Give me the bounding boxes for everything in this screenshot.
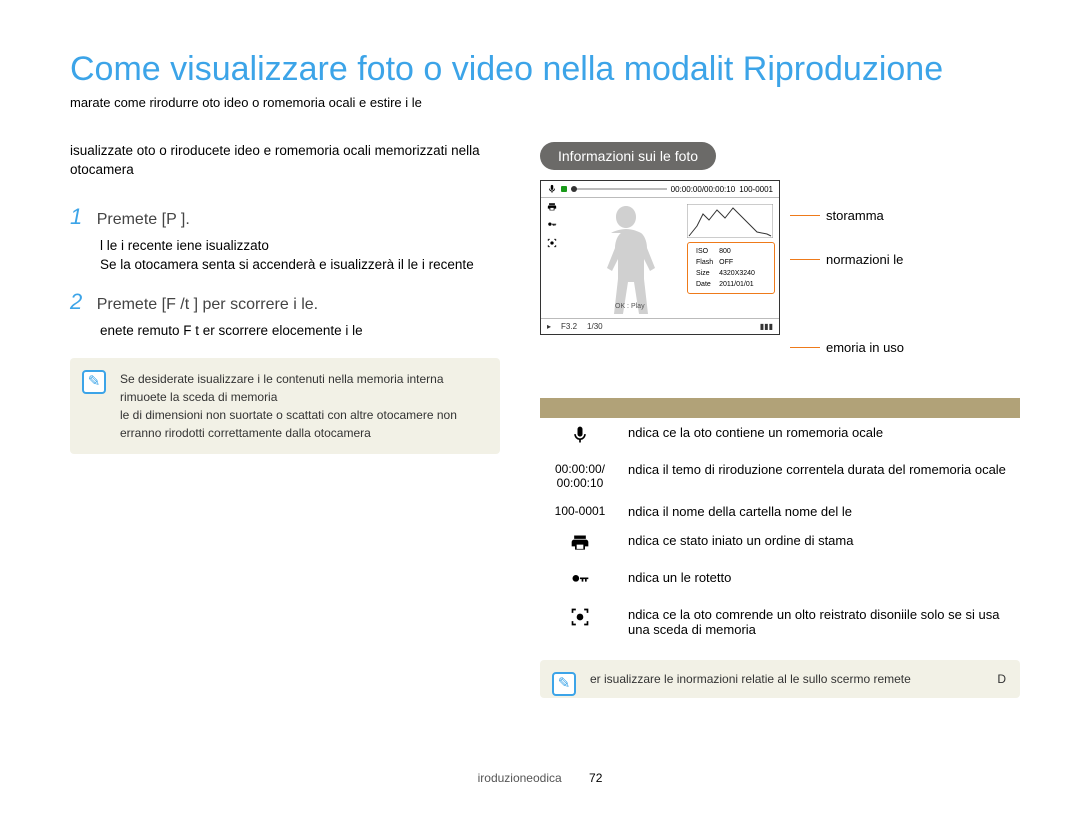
info-flash-key: Flash [694,258,715,267]
screen-diagram: 00:00:00/00:00:10 100-0001 [540,180,1020,380]
tip-box: ✎ er isualizzare le inormazioni relatie … [540,660,1020,698]
step-1-number: 1 [70,204,82,229]
row-6-desc: ndica ce la oto comrende un olto reistra… [620,600,1020,644]
page-footer: iroduzioneodica 72 [0,771,1080,785]
row-2-icon-text: 00:00:00/ 00:00:10 [540,455,620,497]
info-date-val: 2011/01/01 [717,280,757,289]
mic-icon [547,184,557,194]
histogram [687,204,773,238]
row-3-icon-text: 100-0001 [540,497,620,526]
left-column: isualizzate oto o riroducete ideo e rome… [70,142,500,698]
screen-folder: 100-0001 [739,185,773,194]
note-line-a: Se desiderate isualizzare i le contenuti… [120,370,486,406]
step-2-heading: Premete [F /t ] per scorrere i le. [97,296,318,313]
key-icon [570,570,590,590]
note-line-b: le di dimensioni non suortate o scattati… [120,406,486,442]
step-2: 2 Premete [F /t ] per scorrere i le. ene… [70,289,500,341]
page-subtitle: marate come rirodurre oto ideo o romemor… [70,95,1020,110]
step-2-number: 2 [70,289,82,314]
info-flash-val: OFF [717,258,757,267]
right-column: Informazioni sui le foto 00:00:00/00:00:… [540,142,1020,698]
callout-memory: emoria in uso [826,340,904,355]
camera-screen: 00:00:00/00:00:10 100-0001 [540,180,780,335]
step-1-line-a: l le i recente iene isualizzato [100,236,500,256]
tip-text: er isualizzare le inormazioni relatie al… [590,672,911,686]
table-row: ndica ce stato iniato un ordine di stama [540,526,1020,563]
info-iso-key: ISO [694,247,715,256]
page-title: Come visualizzare foto o video nella mod… [70,50,1020,89]
intro-text: isualizzate oto o riroducete ideo e rome… [70,142,500,180]
table-row: ndica ce la oto comrende un olto reistra… [540,600,1020,644]
key-icon [547,220,557,230]
row-5-desc: ndica un le rotetto [620,563,1020,600]
info-badge: Informazioni sui le foto [540,142,716,170]
screen-time: 00:00:00/00:00:10 [671,185,736,194]
progress-bar [571,188,667,190]
callout-histogram: storamma [826,208,884,223]
printer-icon [547,202,557,212]
table-row: ndica un le rotetto [540,563,1020,600]
info-size-key: Size [694,269,715,278]
face-detect-icon [570,607,590,627]
page-number: 72 [589,771,602,785]
step-1-heading: Premete [P ]. [97,211,190,228]
note-icon: ✎ [82,370,106,394]
mic-icon [570,425,590,445]
battery-icon: ▮▮▮ [760,322,773,331]
row-1-desc: ndica ce la oto contiene un romemoria oc… [620,418,1020,455]
step-1: 1 Premete [P ]. l le i recente iene isua… [70,204,500,275]
printer-icon [570,533,590,553]
step-2-line: enete remuto F t er scorrere elocemente … [100,321,500,341]
playback-icon: ▸ [547,322,551,331]
footer-section: iroduzioneodica [478,771,562,785]
file-info-overlay: ISO800 FlashOFF Size4320X3240 Date2011/0… [687,242,775,294]
info-size-val: 4320X3240 [717,269,757,278]
aperture-value: F3.2 [561,322,577,331]
icon-legend-table: ndica ce la oto contiene un romemoria oc… [540,398,1020,644]
row-2-desc: ndica il temo di riroduzione correntela … [620,455,1020,497]
record-dot-icon [561,186,567,192]
table-row: ndica ce la oto contiene un romemoria oc… [540,418,1020,455]
table-row: 00:00:00/ 00:00:10 ndica il temo di riro… [540,455,1020,497]
info-date-key: Date [694,280,715,289]
tip-key: D [997,670,1006,688]
person-silhouette [571,198,681,318]
shutter-value: 1/30 [587,322,603,331]
row-3-desc: ndica il nome della cartella nome del le [620,497,1020,526]
note-icon: ✎ [552,672,576,696]
ok-play-label: OK : Play [615,303,645,310]
step-1-line-b: Se la otocamera senta si accenderà e isu… [100,255,500,275]
table-row: 100-0001 ndica il nome della cartella no… [540,497,1020,526]
row-4-desc: ndica ce stato iniato un ordine di stama [620,526,1020,563]
info-iso-val: 800 [717,247,757,256]
face-detect-icon [547,238,557,248]
note-box: ✎ Se desiderate isualizzare i le contenu… [70,358,500,454]
callout-fileinfo: normazioni le [826,252,903,267]
